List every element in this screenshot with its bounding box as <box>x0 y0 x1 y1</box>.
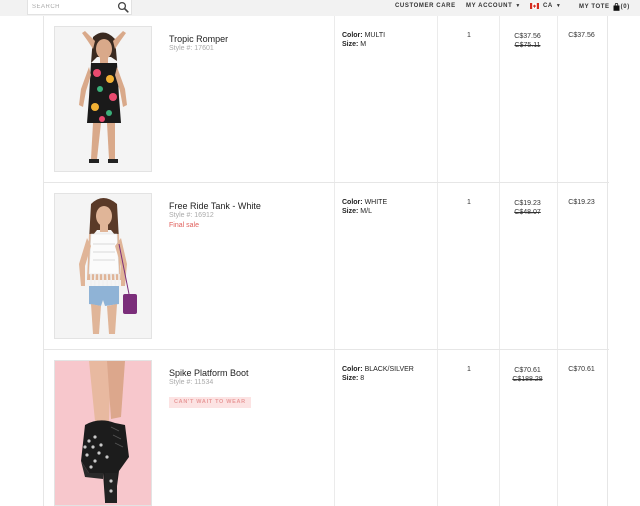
top-bar: CUSTOMER CARE MY ACCOUNT▼ CA▼ MY TOTE (0… <box>0 0 640 16</box>
cart-table: Tropic Romper Style #: 17601 Color: MULT… <box>43 16 609 506</box>
product-color: Color: BLACK/SILVER <box>342 366 414 373</box>
line-total: C$37.56 <box>568 32 595 39</box>
unit-price: C$19.23 C$48.07 <box>500 199 555 217</box>
size-value: M <box>360 41 367 48</box>
cant-wait-to-wear-badge: CAN'T WAIT TO WEAR <box>169 397 251 408</box>
my-account-label: MY ACCOUNT <box>466 3 513 9</box>
color-value: WHITE <box>364 199 388 206</box>
original-price: C$75.11 <box>514 42 541 49</box>
color-label: Color: <box>342 32 363 39</box>
chevron-down-icon: ▼ <box>555 3 562 9</box>
canada-flag-icon <box>530 3 539 9</box>
product-style-number: Style #: 16912 <box>169 212 214 219</box>
product-image[interactable] <box>54 360 152 506</box>
quantity: 1 <box>467 32 471 39</box>
shopping-bag-icon <box>613 3 620 11</box>
product-name[interactable]: Free Ride Tank - White <box>169 201 261 211</box>
size-label: Size: <box>342 41 359 48</box>
customer-care-link[interactable]: CUSTOMER CARE <box>395 3 456 9</box>
table-row: Tropic Romper Style #: 17601 Color: MULT… <box>44 16 609 183</box>
color-label: Color: <box>342 199 363 206</box>
sale-price: C$70.61 <box>514 367 541 374</box>
product-size: Size: 8 <box>342 375 364 382</box>
product-color: Color: MULTI <box>342 32 385 39</box>
size-value: 8 <box>360 375 365 382</box>
product-size: Size: M/L <box>342 208 372 215</box>
country-label: CA <box>543 3 553 9</box>
country-selector[interactable]: CA ▼ <box>530 3 561 9</box>
final-sale-label: Final sale <box>169 222 199 229</box>
tote-count: (0) <box>620 4 630 10</box>
search-box <box>27 0 132 15</box>
quantity: 1 <box>467 199 471 206</box>
product-image[interactable] <box>54 26 152 172</box>
color-value: BLACK/SILVER <box>364 366 414 373</box>
sale-price: C$19.23 <box>514 200 541 207</box>
unit-price: C$70.61 C$188.28 <box>500 366 555 384</box>
size-label: Size: <box>342 208 359 215</box>
table-row: Free Ride Tank - White Style #: 16912 Fi… <box>44 183 609 350</box>
unit-price: C$37.56 C$75.11 <box>500 32 555 50</box>
original-price: C$48.07 <box>514 209 541 216</box>
search-icon[interactable] <box>117 1 129 13</box>
line-total: C$19.23 <box>568 199 595 206</box>
my-account-menu[interactable]: MY ACCOUNT ▼ <box>466 3 521 9</box>
color-value: MULTI <box>364 32 386 39</box>
search-input[interactable] <box>32 1 112 13</box>
product-color: Color: WHITE <box>342 199 387 206</box>
my-tote-link[interactable]: MY TOTE (0) <box>579 3 630 11</box>
line-total: C$70.61 <box>568 366 595 373</box>
product-name[interactable]: Spike Platform Boot <box>169 368 249 378</box>
sale-price: C$37.56 <box>514 33 541 40</box>
table-row: Spike Platform Boot Style #: 11534 CAN'T… <box>44 350 609 506</box>
product-style-number: Style #: 11534 <box>169 379 214 386</box>
size-label: Size: <box>342 375 359 382</box>
product-name[interactable]: Tropic Romper <box>169 34 228 44</box>
product-style-number: Style #: 17601 <box>169 45 214 52</box>
original-price: C$188.28 <box>512 376 543 383</box>
product-image[interactable] <box>54 193 152 339</box>
quantity: 1 <box>467 366 471 373</box>
color-label: Color: <box>342 366 363 373</box>
size-value: M/L <box>360 208 372 215</box>
my-tote-label: MY TOTE <box>579 4 610 10</box>
chevron-down-icon: ▼ <box>515 3 521 9</box>
product-size: Size: M <box>342 41 366 48</box>
